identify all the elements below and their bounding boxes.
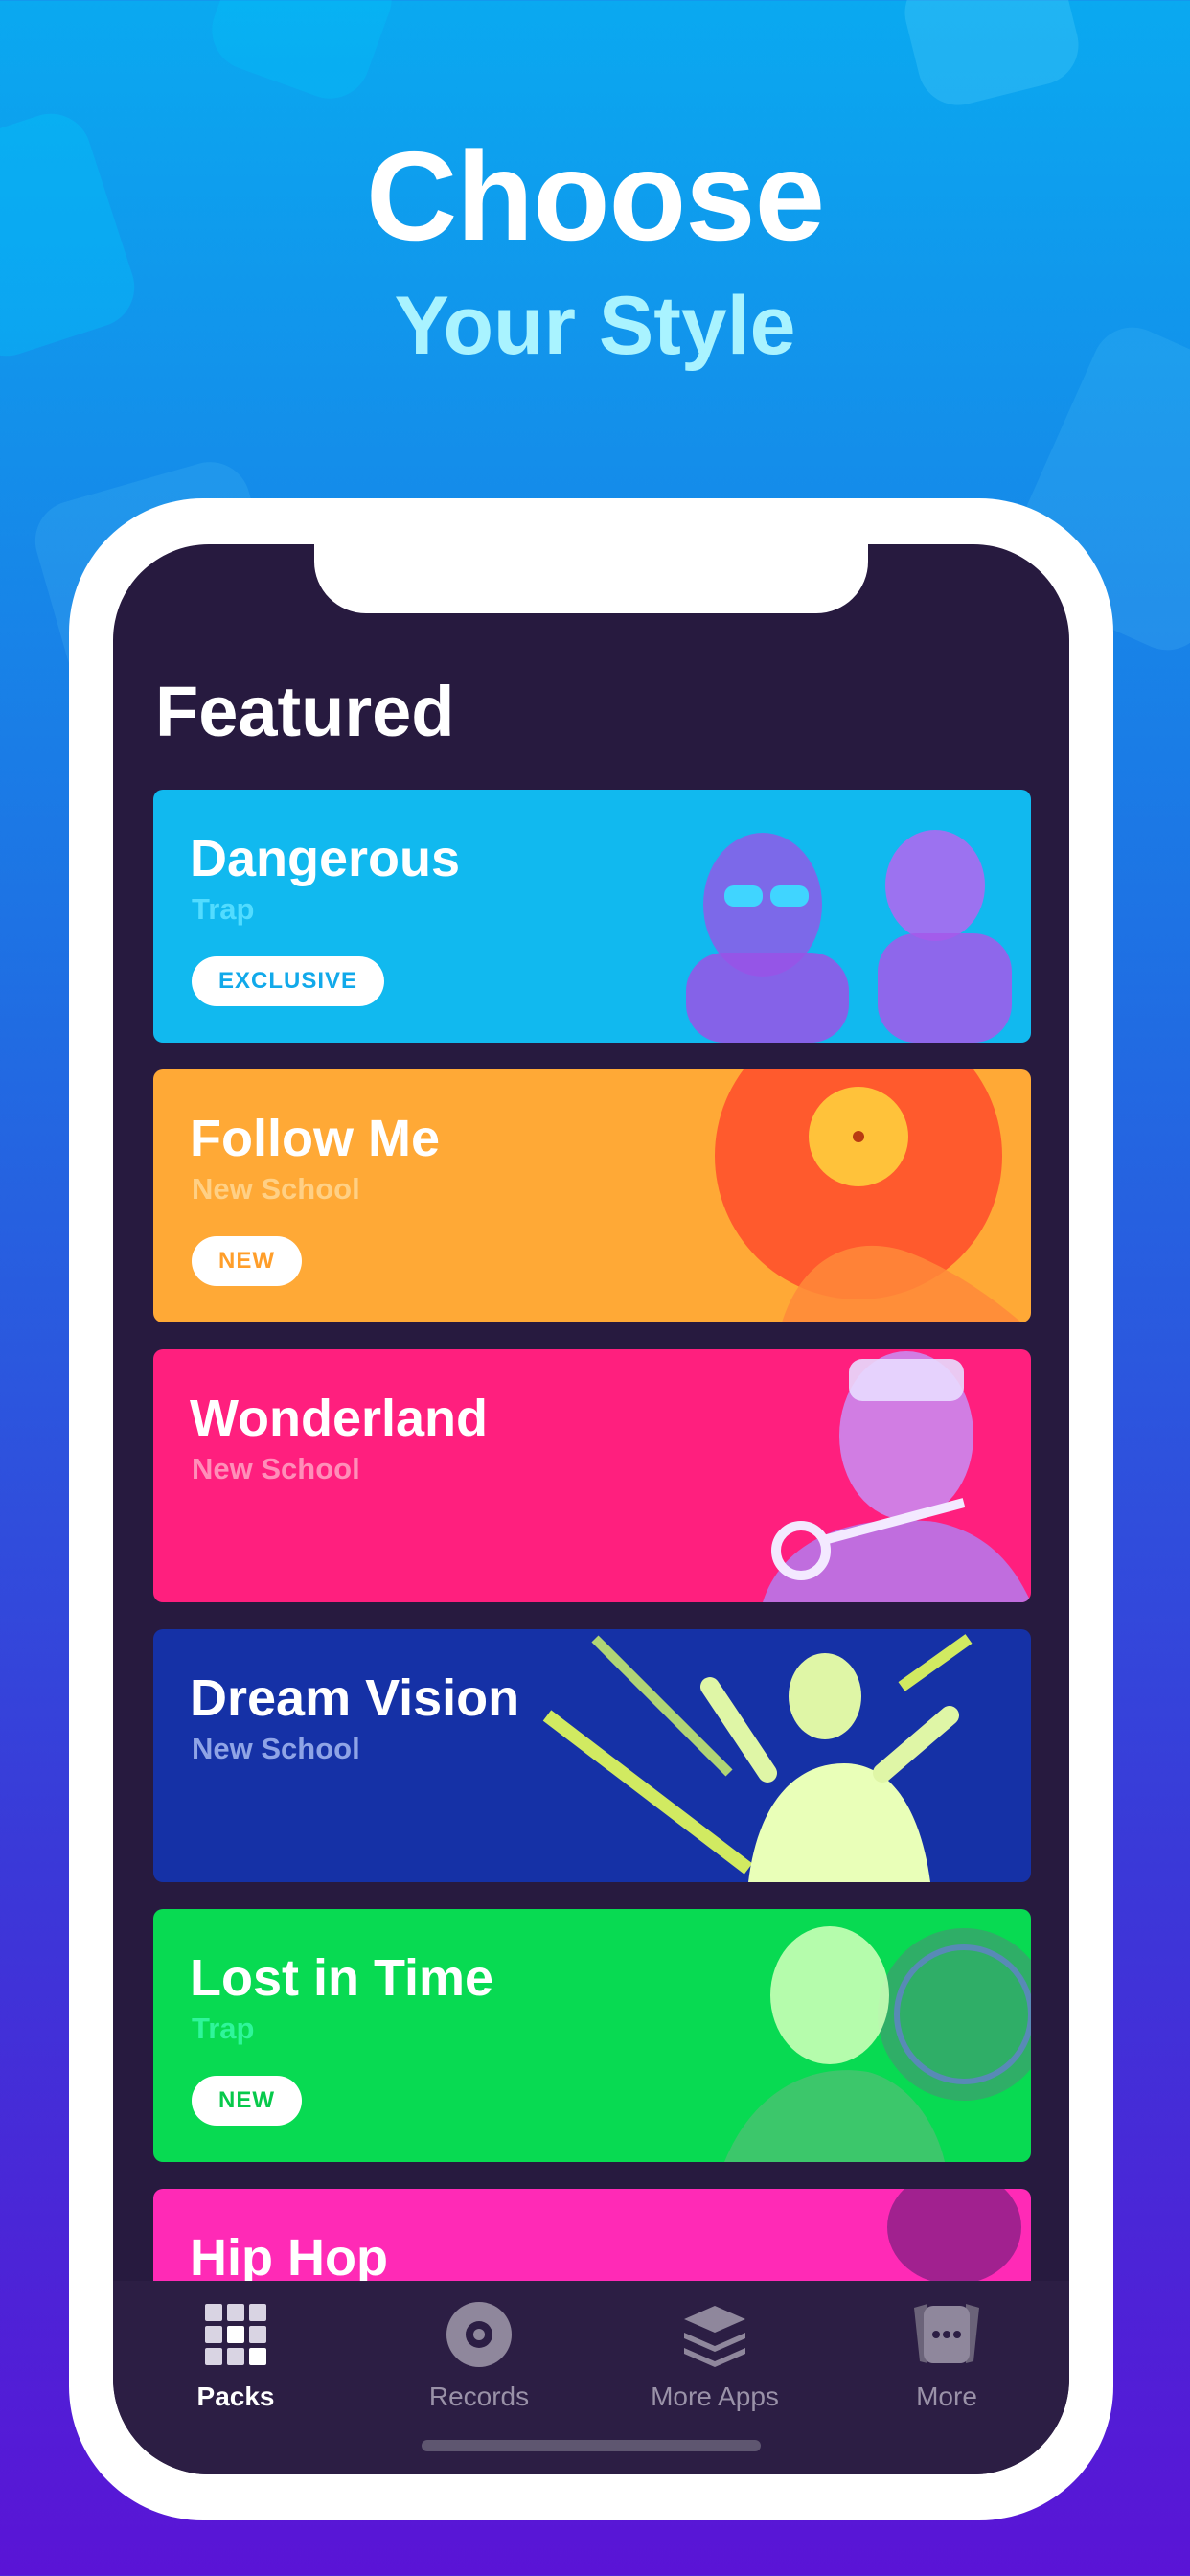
exclusive-badge: EXCLUSIVE: [192, 956, 385, 1006]
new-badge: NEW: [192, 2076, 302, 2126]
pack-card-wonderland[interactable]: Wonderland New School: [153, 1349, 1031, 1602]
card-genre: New School: [192, 1732, 360, 1765]
card-title: Follow Me: [190, 1110, 440, 1167]
card-genre: Trap: [192, 2012, 255, 2045]
card-artwork: [542, 1634, 973, 1882]
tab-records[interactable]: Records: [383, 2298, 575, 2413]
tab-more[interactable]: More: [851, 2298, 1042, 2413]
card-artwork: [686, 830, 1012, 1043]
pack-card-lost-in-time[interactable]: Lost in Time Trap NEW: [153, 1909, 1031, 2162]
tab-label: Records: [428, 2381, 530, 2411]
grid-icon: [205, 2304, 266, 2365]
card-genre: Trap: [192, 892, 255, 926]
pack-card-dangerous[interactable]: Dangerous Trap EXCLUSIVE: [153, 790, 1031, 1043]
card-title: Dangerous: [190, 830, 461, 887]
card-title: Dream Vision: [190, 1669, 520, 1727]
subheadline: Your Style: [394, 280, 796, 372]
tab-more-apps[interactable]: More Apps: [619, 2298, 811, 2413]
background-shape: [896, 0, 1087, 114]
card-title: Wonderland: [190, 1390, 489, 1447]
app-screen: Featured Dangerous Trap EXCLUSIVE Follow…: [113, 544, 1069, 2474]
card-title: Hip Hop: [190, 2229, 388, 2287]
record-icon: [446, 2302, 512, 2367]
more-icon: [914, 2304, 979, 2363]
tab-bar: Packs Records More Apps More: [113, 2281, 1069, 2474]
background-shape: [200, 0, 403, 110]
card-artwork: [715, 1070, 1021, 1322]
card-title: Lost in Time: [190, 1949, 494, 2007]
layers-icon: [684, 2306, 745, 2367]
card-genre: New School: [192, 1452, 360, 1485]
headline: Choose: [365, 126, 825, 266]
card-artwork: [724, 1926, 1031, 2162]
card-artwork: [763, 1351, 1031, 1602]
pack-card-follow-me[interactable]: Follow Me New School NEW: [153, 1070, 1031, 1322]
tab-label: More: [916, 2381, 977, 2411]
phone-frame: Featured Dangerous Trap EXCLUSIVE Follow…: [69, 498, 1113, 2520]
home-indicator: [422, 2440, 761, 2451]
device-notch: [314, 544, 868, 613]
featured-list: Dangerous Trap EXCLUSIVE Follow Me New S…: [153, 790, 1031, 2469]
tab-label: Packs: [196, 2381, 275, 2411]
section-title: Featured: [155, 672, 455, 751]
tab-label: More Apps: [651, 2381, 779, 2411]
card-genre: New School: [192, 1172, 360, 1206]
tab-packs[interactable]: Packs: [140, 2298, 332, 2413]
pack-card-dream-vision[interactable]: Dream Vision New School: [153, 1629, 1031, 1882]
new-badge: NEW: [192, 1236, 302, 1286]
